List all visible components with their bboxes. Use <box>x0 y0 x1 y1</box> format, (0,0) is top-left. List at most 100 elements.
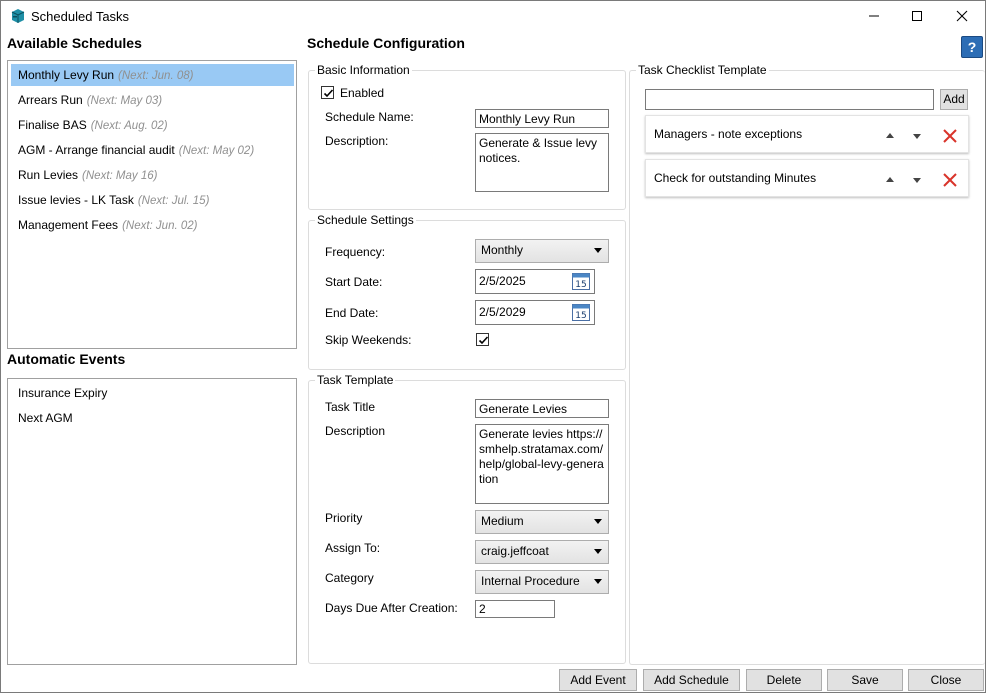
schedule-name-label: Schedule Name: <box>325 110 414 124</box>
task-title-label: Task Title <box>325 400 376 414</box>
move-up-icon[interactable] <box>886 133 894 138</box>
delete-button[interactable]: Delete <box>746 669 822 691</box>
chevron-down-icon <box>594 579 602 584</box>
start-date-label: Start Date: <box>325 275 383 289</box>
calendar-day: 15 <box>575 280 586 290</box>
calendar-icon[interactable]: 15 <box>572 272 590 290</box>
task-template-title: Task Template <box>315 373 396 387</box>
calendar-day: 15 <box>575 311 586 321</box>
description-textarea[interactable]: Generate & Issue levy notices. <box>475 133 609 192</box>
enabled-label: Enabled <box>340 86 385 100</box>
task-title-input[interactable]: Generate Levies <box>475 399 609 418</box>
schedule-next: (Next: May 16) <box>82 170 158 182</box>
check-icon <box>323 89 334 98</box>
category-select[interactable]: Internal Procedure <box>475 570 609 594</box>
minimize-button[interactable] <box>851 1 897 31</box>
schedule-settings-title: Schedule Settings <box>315 213 416 227</box>
schedule-name: Arrears Run <box>18 93 83 107</box>
add-schedule-button[interactable]: Add Schedule <box>643 669 740 691</box>
priority-label: Priority <box>325 511 363 525</box>
priority-value: Medium <box>481 514 524 528</box>
task-description-label: Description <box>325 424 386 438</box>
event-item[interactable]: Insurance Expiry <box>11 382 107 404</box>
schedule-next: (Next: May 03) <box>86 95 163 107</box>
basic-information-title: Basic Information <box>315 63 412 77</box>
schedule-name: AGM - Arrange financial audit <box>18 143 175 157</box>
add-checklist-button[interactable]: Add <box>940 89 968 110</box>
category-label: Category <box>325 571 374 585</box>
checklist-input[interactable] <box>645 89 934 110</box>
chevron-down-icon <box>594 549 602 554</box>
days-due-label: Days Due After Creation: <box>325 601 458 615</box>
move-up-icon[interactable] <box>886 177 894 182</box>
schedule-item[interactable]: AGM - Arrange financial audit (Next: May … <box>11 139 254 161</box>
schedule-name: Issue levies - LK Task <box>18 193 134 207</box>
start-date-picker[interactable]: 2/5/2025 15 <box>475 269 595 294</box>
add-event-button[interactable]: Add Event <box>559 669 637 691</box>
end-date-value: 2/5/2029 <box>479 305 526 319</box>
window-title: Scheduled Tasks <box>31 9 130 24</box>
calendar-icon[interactable]: 15 <box>572 303 590 321</box>
schedule-name: Finalise BAS <box>18 118 87 132</box>
frequency-value: Monthly <box>481 243 524 257</box>
schedules-list[interactable]: Monthly Levy Run (Next: Jun. 08) Arrears … <box>7 60 297 349</box>
assign-to-value: craig.jeffcoat <box>481 544 549 558</box>
skip-weekends-checkbox[interactable] <box>476 333 489 346</box>
close-button[interactable]: Close <box>908 669 984 691</box>
enabled-checkbox[interactable] <box>321 86 334 99</box>
frequency-label: Frequency: <box>325 245 386 259</box>
close-icon <box>956 10 968 22</box>
schedule-name-input[interactable]: Monthly Levy Run <box>475 109 609 128</box>
assign-to-select[interactable]: craig.jeffcoat <box>475 540 609 564</box>
scheduled-tasks-window: Scheduled Tasks Available Schedules Mont… <box>0 0 986 693</box>
checklist-item-label: Check for outstanding Minutes <box>654 171 817 185</box>
app-icon <box>11 9 25 23</box>
available-schedules-heading: Available Schedules <box>7 35 142 51</box>
start-date-value: 2/5/2025 <box>479 274 526 288</box>
checklist-item: Check for outstanding Minutes <box>645 159 969 197</box>
schedule-item[interactable]: Management Fees (Next: Jun. 02) <box>11 214 197 236</box>
schedule-item[interactable]: Monthly Levy Run (Next: Jun. 08) <box>11 64 294 86</box>
minimize-icon <box>869 15 879 17</box>
schedule-next: (Next: Jun. 02) <box>122 220 198 232</box>
title-bar: Scheduled Tasks <box>1 1 985 31</box>
delete-icon[interactable] <box>942 172 958 188</box>
check-icon <box>478 336 489 345</box>
schedule-name: Monthly Levy Run <box>18 68 115 82</box>
schedule-name: Run Levies <box>18 168 79 182</box>
schedule-next: (Next: May 02) <box>178 145 255 157</box>
schedule-next: (Next: Jun. 08) <box>118 70 194 82</box>
description-label: Description: <box>325 134 389 148</box>
help-icon[interactable]: ? <box>961 36 983 58</box>
assign-to-label: Assign To: <box>325 541 381 555</box>
maximize-icon <box>912 11 922 21</box>
schedule-next: (Next: Jul. 15) <box>137 195 210 207</box>
event-item[interactable]: Next AGM <box>11 407 73 429</box>
task-description-textarea[interactable]: Generate levies https://smhelp.stratamax… <box>475 424 609 504</box>
end-date-label: End Date: <box>325 306 379 320</box>
schedule-item[interactable]: Arrears Run (Next: May 03) <box>11 89 162 111</box>
maximize-button[interactable] <box>894 1 940 31</box>
checklist-title: Task Checklist Template <box>636 63 769 77</box>
priority-select[interactable]: Medium <box>475 510 609 534</box>
delete-icon[interactable] <box>942 128 958 144</box>
category-value: Internal Procedure <box>481 574 580 588</box>
move-down-icon[interactable] <box>913 134 921 139</box>
schedule-name: Management Fees <box>18 218 119 232</box>
schedule-item[interactable]: Finalise BAS (Next: Aug. 02) <box>11 114 168 136</box>
events-list[interactable]: Insurance Expiry Next AGM <box>7 378 297 665</box>
chevron-down-icon <box>594 519 602 524</box>
days-due-input[interactable]: 2 <box>475 600 555 618</box>
schedule-configuration-heading: Schedule Configuration <box>307 35 465 51</box>
skip-weekends-label: Skip Weekends: <box>325 333 412 347</box>
move-down-icon[interactable] <box>913 178 921 183</box>
end-date-picker[interactable]: 2/5/2029 15 <box>475 300 595 325</box>
schedule-item[interactable]: Run Levies (Next: May 16) <box>11 164 157 186</box>
schedule-item[interactable]: Issue levies - LK Task (Next: Jul. 15) <box>11 189 209 211</box>
close-window-button[interactable] <box>939 1 985 31</box>
schedule-next: (Next: Aug. 02) <box>90 120 168 132</box>
frequency-select[interactable]: Monthly <box>475 239 609 263</box>
automatic-events-heading: Automatic Events <box>7 351 126 367</box>
save-button[interactable]: Save <box>827 669 903 691</box>
checklist-item: Managers - note exceptions <box>645 115 969 153</box>
